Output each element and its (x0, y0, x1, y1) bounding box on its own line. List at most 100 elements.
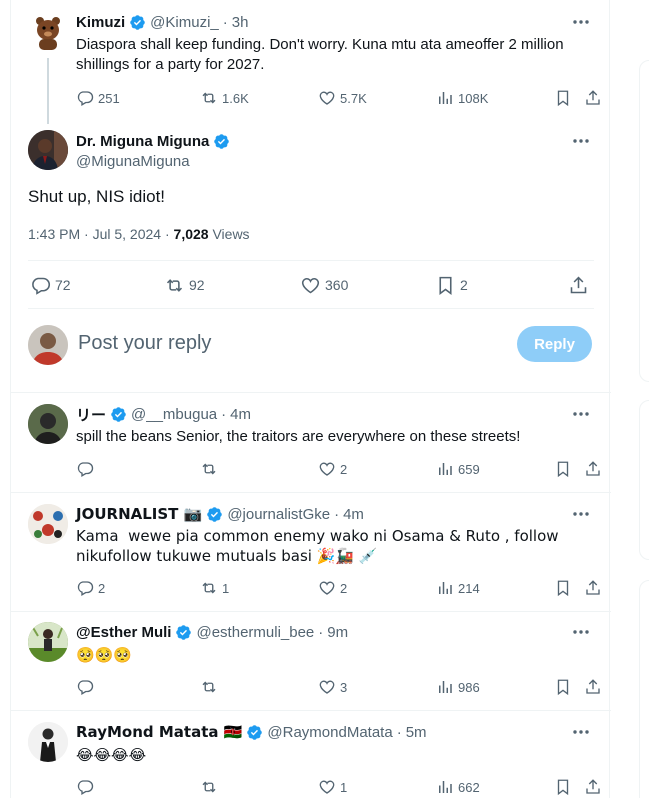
analytics-icon (439, 582, 452, 594)
share-button[interactable] (584, 777, 602, 797)
bookmark-icon (557, 679, 569, 696)
retweet-button[interactable]: 1 (200, 578, 229, 598)
avatar[interactable] (28, 325, 68, 365)
thread-line (47, 58, 49, 124)
reply-submit-button[interactable]: Reply (517, 326, 592, 362)
share-button[interactable] (568, 274, 589, 296)
author-name[interactable]: @Esther Muli (76, 624, 171, 641)
avatar[interactable] (28, 130, 68, 170)
share-button[interactable] (584, 88, 602, 108)
retweet-button[interactable] (200, 677, 222, 697)
like-button[interactable]: 2 (318, 578, 347, 598)
more-options-icon[interactable] (571, 622, 591, 642)
retweet-button[interactable]: 92 (164, 274, 205, 296)
heart-icon (319, 680, 335, 694)
bookmark-icon (557, 90, 569, 107)
views-button[interactable]: 214 (436, 578, 480, 598)
more-options-icon[interactable] (571, 504, 591, 524)
heart-icon (301, 277, 320, 293)
author-name[interactable]: リー (76, 404, 106, 425)
tweet-actions: 1 662 (76, 777, 600, 797)
more-options-icon[interactable] (571, 722, 591, 742)
author-handle[interactable]: @esthermuli_bee (196, 624, 314, 641)
share-icon (586, 779, 600, 794)
author-name[interactable]: Kimuzi (76, 14, 125, 31)
main-tweet-actions: 72 92 360 2 (28, 274, 594, 296)
bookmark-button[interactable] (554, 777, 572, 797)
author-handle[interactable]: @__mbugua (131, 406, 217, 423)
bookmark-button[interactable] (554, 88, 572, 108)
bookmark-icon (557, 580, 569, 597)
like-button[interactable]: 5.7K (318, 88, 367, 108)
like-button[interactable]: 1 (318, 777, 347, 797)
author-name[interactable]: Dr. Miguna Miguna (76, 133, 209, 150)
avatar[interactable] (28, 404, 68, 444)
like-button[interactable]: 2 (318, 459, 347, 479)
separator: · (334, 505, 340, 523)
verified-badge-icon (130, 14, 145, 30)
bookmark-button[interactable] (554, 677, 572, 697)
reply-button[interactable] (76, 677, 98, 697)
timestamp[interactable]: 5m (406, 724, 427, 741)
retweet-button[interactable] (200, 777, 222, 797)
author-name[interactable]: RayMond Matata 🇰🇪 (76, 723, 242, 741)
reply-icon (77, 780, 94, 795)
views-button[interactable]: 986 (436, 677, 480, 697)
more-options-icon[interactable] (571, 131, 591, 151)
views-button[interactable]: 659 (436, 459, 480, 479)
tweet-actions: 3 986 (76, 677, 600, 697)
heart-icon (319, 91, 335, 105)
author-handle[interactable]: @MigunaMiguna (76, 151, 190, 171)
more-options-icon[interactable] (571, 12, 591, 32)
like-button[interactable]: 360 (300, 274, 348, 296)
avatar[interactable] (28, 722, 68, 762)
reply-input[interactable]: Post your reply (78, 332, 211, 355)
more-options-icon[interactable] (571, 404, 591, 424)
analytics-icon (439, 681, 452, 693)
reply-button[interactable] (76, 459, 98, 479)
views-button[interactable]: 662 (436, 777, 480, 797)
divider (11, 492, 611, 493)
reply-button[interactable]: 251 (76, 88, 120, 108)
view-count: 214 (458, 580, 480, 596)
tweet-header: Dr. Miguna Miguna (76, 131, 230, 151)
author-handle[interactable]: @RaymondMatata (267, 724, 392, 741)
share-button[interactable] (584, 677, 602, 697)
author-name[interactable]: JOURNALIST 📷 (76, 505, 202, 523)
tweet-text: Diaspora shall keep funding. Don't worry… (76, 36, 564, 73)
separator: · (396, 723, 402, 741)
avatar[interactable] (28, 504, 68, 544)
author-handle[interactable]: @Kimuzi_ (150, 14, 219, 31)
reply-icon (77, 91, 94, 106)
tweet-text: Kama wewe pia common enemy wako ni Osama… (76, 527, 564, 565)
tweet-actions: 2 659 (76, 459, 600, 479)
retweet-button[interactable] (200, 459, 222, 479)
bookmark-button[interactable] (554, 578, 572, 598)
reply-count: 72 (55, 277, 71, 293)
reply-button[interactable]: 2 (76, 578, 105, 598)
retweet-icon (202, 781, 216, 793)
retweet-button[interactable]: 1.6K (200, 88, 249, 108)
author-handle[interactable]: @journalistGke (227, 506, 330, 523)
analytics-icon (439, 781, 452, 793)
reply-button[interactable] (76, 777, 98, 797)
views-button[interactable]: 108K (436, 88, 488, 108)
timestamp[interactable]: 9m (327, 624, 348, 641)
timestamp[interactable]: 3h (232, 14, 249, 31)
timestamp[interactable]: 4m (343, 506, 364, 523)
divider (28, 308, 594, 309)
reply-icon (77, 581, 94, 596)
share-button[interactable] (584, 578, 602, 598)
views-count: 7,028 (173, 226, 209, 242)
avatar[interactable] (28, 12, 68, 52)
like-button[interactable]: 3 (318, 677, 347, 697)
tweet-timestamp[interactable]: 1:43 PM · Jul 5, 2024 · (28, 226, 174, 242)
bookmark-button[interactable] (554, 459, 572, 479)
reply-button[interactable]: 72 (30, 274, 71, 296)
tweet-header: @Esther Muli @esthermuli_bee · 9m (76, 622, 348, 642)
timestamp[interactable]: 4m (230, 406, 251, 423)
bookmark-button[interactable]: 2 (435, 274, 468, 296)
avatar[interactable] (28, 622, 68, 662)
share-button[interactable] (584, 459, 602, 479)
bookmark-icon (557, 461, 569, 478)
